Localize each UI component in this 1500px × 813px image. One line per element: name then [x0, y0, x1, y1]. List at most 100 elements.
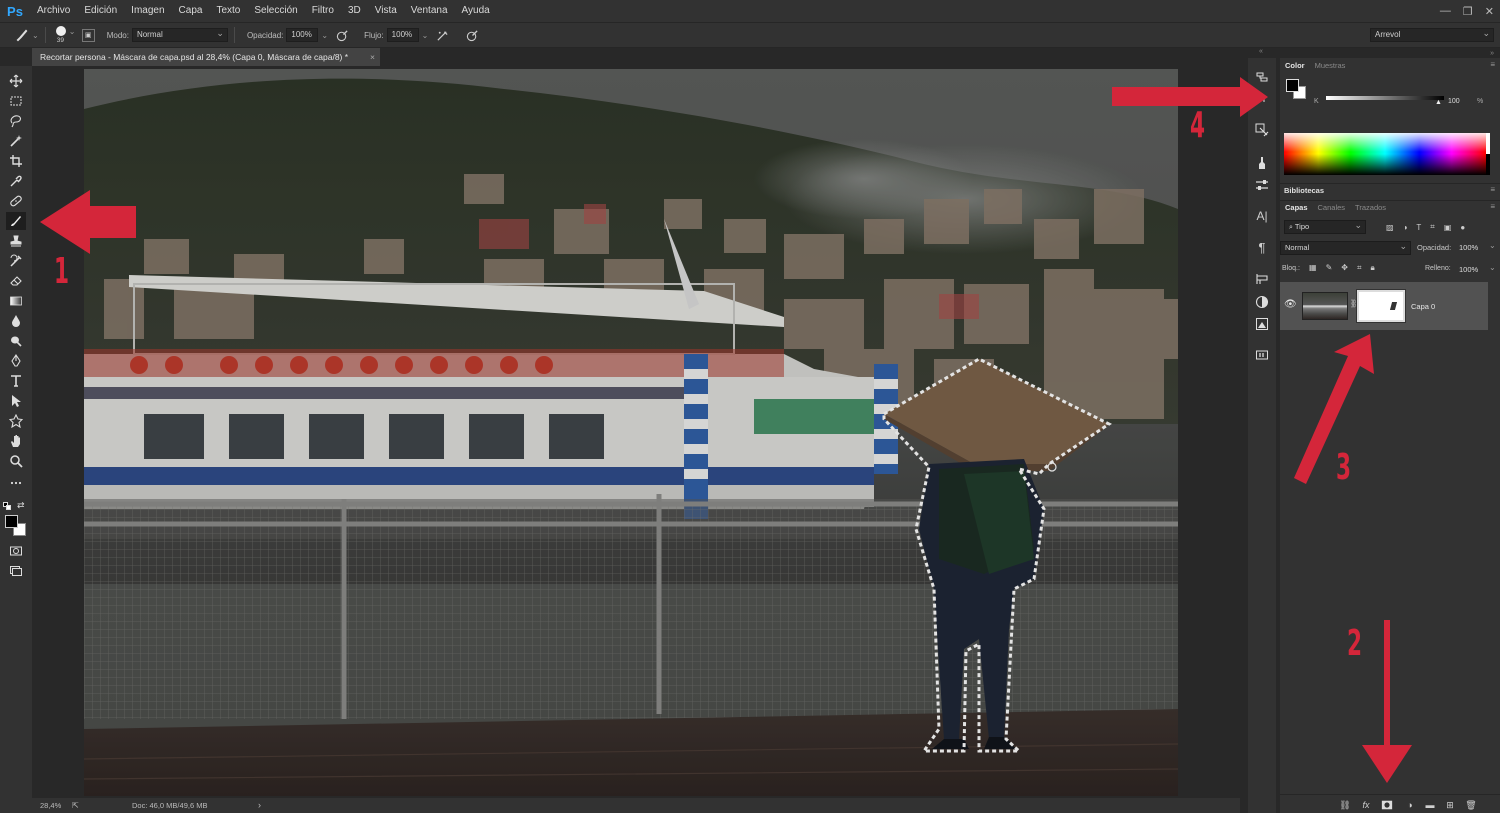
- layer-mask-thumbnail[interactable]: [1356, 289, 1406, 323]
- foreground-color-chip[interactable]: [1286, 79, 1299, 92]
- zoom-level[interactable]: 28,4%: [40, 798, 61, 813]
- menu-seleccion[interactable]: Selección: [247, 0, 304, 22]
- link-icon[interactable]: ⛓: [1338, 798, 1352, 812]
- magic-wand-tool-icon[interactable]: [6, 132, 26, 150]
- layers-panel-menu-icon[interactable]: ≡: [1490, 202, 1495, 211]
- gradient-tool-icon[interactable]: [6, 292, 26, 310]
- filter-adjustment-icon[interactable]: ◑: [1403, 223, 1408, 232]
- layer-filter-select[interactable]: ⌕ Tipo: [1284, 219, 1366, 234]
- brush-tool-icon[interactable]: [14, 27, 30, 43]
- styles-panel-icon[interactable]: [1253, 315, 1271, 333]
- spectrum-black-white[interactable]: [1486, 133, 1490, 175]
- hand-tool-icon[interactable]: [6, 432, 26, 450]
- libraries-title[interactable]: Bibliotecas: [1284, 186, 1324, 195]
- layer-row[interactable]: 👁︎ ⛓ Capa 0: [1280, 282, 1488, 330]
- tab-trazados[interactable]: Trazados: [1350, 203, 1391, 212]
- layer-thumbnail[interactable]: [1302, 292, 1348, 320]
- character-panel-icon[interactable]: A|: [1253, 207, 1271, 225]
- fg-bg-color-picker[interactable]: [1286, 79, 1308, 101]
- document-tab[interactable]: Recortar persona - Máscara de capa.psd a…: [32, 48, 380, 66]
- layer-opacity-value[interactable]: 100%: [1459, 243, 1478, 252]
- dodge-tool-icon[interactable]: [6, 332, 26, 350]
- flow-input[interactable]: 100%: [386, 28, 419, 42]
- libraries-menu-icon[interactable]: ≡: [1490, 185, 1495, 194]
- flow-chevron-icon[interactable]: ⌄: [422, 31, 429, 40]
- adjustments-panel-icon[interactable]: [1253, 293, 1271, 311]
- marquee-tool-icon[interactable]: [6, 92, 26, 110]
- menu-edicion[interactable]: Edición: [77, 0, 124, 22]
- brush-presets-panel-icon[interactable]: [1253, 154, 1271, 172]
- type-tool-icon[interactable]: [6, 372, 26, 390]
- tab-canales[interactable]: Canales: [1313, 203, 1351, 212]
- clone-stamp-tool-icon[interactable]: [6, 232, 26, 250]
- restore-button[interactable]: ❐: [1463, 5, 1473, 18]
- opacity-chevron-icon[interactable]: ⌄: [321, 31, 328, 40]
- shape-tool-icon[interactable]: [6, 412, 26, 430]
- fill-value[interactable]: 100%: [1459, 265, 1478, 274]
- new-layer-icon[interactable]: ⊞: [1443, 798, 1457, 812]
- screen-mode-icon[interactable]: [6, 562, 26, 580]
- fill-chevron-icon[interactable]: ⌄: [1489, 263, 1496, 272]
- history-brush-tool-icon[interactable]: [6, 252, 26, 270]
- lock-position-icon[interactable]: ✥: [1341, 263, 1348, 273]
- properties-panel-icon[interactable]: [1253, 270, 1271, 288]
- filter-toggle-icon[interactable]: ●: [1460, 223, 1465, 232]
- swap-colors-icon[interactable]: ⇄: [17, 500, 25, 511]
- pressure-size-icon[interactable]: [464, 27, 480, 43]
- brush-settings-panel-icon[interactable]: [1253, 176, 1271, 194]
- status-menu-arrow[interactable]: ›: [258, 798, 261, 813]
- collapse-dock-icon[interactable]: «: [1259, 48, 1263, 55]
- crop-tool-icon[interactable]: [6, 152, 26, 170]
- color-panel-menu-icon[interactable]: ≡: [1490, 60, 1495, 69]
- healing-brush-tool-icon[interactable]: [6, 192, 26, 210]
- folder-icon[interactable]: ▬: [1423, 798, 1437, 812]
- tab-capas[interactable]: Capas: [1280, 203, 1313, 212]
- fx-icon[interactable]: fx: [1359, 798, 1373, 812]
- layer-opacity-chevron-icon[interactable]: ⌄: [1489, 241, 1496, 250]
- slider-thumb-icon[interactable]: ▲: [1435, 99, 1442, 106]
- tab-muestras[interactable]: Muestras: [1310, 61, 1351, 70]
- history-panel-icon[interactable]: [1253, 68, 1271, 86]
- eyedropper-tool-icon[interactable]: [6, 172, 26, 190]
- path-selection-tool-icon[interactable]: [6, 392, 26, 410]
- menu-texto[interactable]: Texto: [209, 0, 247, 22]
- visibility-eye-icon[interactable]: 👁︎: [1284, 299, 1297, 310]
- menu-filtro[interactable]: Filtro: [305, 0, 341, 22]
- menu-3d[interactable]: 3D: [341, 0, 368, 22]
- lock-all-icon[interactable]: 🔒︎: [1370, 263, 1374, 273]
- pressure-opacity-icon[interactable]: [334, 27, 350, 43]
- move-tool-icon[interactable]: [6, 72, 26, 90]
- adjustment-icon[interactable]: ◑: [1403, 798, 1417, 812]
- menu-capa[interactable]: Capa: [172, 0, 210, 22]
- paragraph-panel-icon[interactable]: ¶: [1253, 238, 1271, 256]
- blur-tool-icon[interactable]: [6, 312, 26, 330]
- menu-imagen[interactable]: Imagen: [124, 0, 171, 22]
- brush-tool-icon[interactable]: [6, 212, 26, 230]
- tool-preset-chevron-icon[interactable]: ⌄: [32, 31, 39, 40]
- brush-panel-toggle-icon[interactable]: ▣: [81, 28, 95, 42]
- menu-archivo[interactable]: Archivo: [30, 0, 77, 22]
- more-tools-icon[interactable]: [6, 474, 26, 492]
- close-tab-icon[interactable]: ×: [370, 48, 375, 66]
- filter-type-icon[interactable]: T: [1416, 223, 1421, 232]
- menu-vista[interactable]: Vista: [368, 0, 404, 22]
- pen-tool-icon[interactable]: [6, 352, 26, 370]
- mode-select[interactable]: Normal: [131, 27, 228, 42]
- zoom-tool-icon[interactable]: [6, 452, 26, 470]
- foreground-color-swatch[interactable]: [5, 515, 18, 528]
- blend-mode-select[interactable]: Normal: [1280, 240, 1411, 255]
- lasso-tool-icon[interactable]: [6, 112, 26, 130]
- export-icon[interactable]: ⇱: [72, 798, 79, 813]
- close-button[interactable]: ✕: [1485, 5, 1494, 18]
- lock-pixels-icon[interactable]: ✎: [1326, 263, 1333, 273]
- trash-icon[interactable]: 🗑︎: [1464, 798, 1478, 812]
- info-panel-icon[interactable]: [1253, 346, 1271, 364]
- brush-preset-picker[interactable]: 39 ⌄: [52, 24, 76, 46]
- minimize-button[interactable]: —: [1440, 5, 1451, 17]
- document-image[interactable]: [84, 69, 1178, 796]
- opacity-input[interactable]: 100%: [286, 28, 319, 42]
- collapse-panels-icon[interactable]: »: [1490, 50, 1494, 57]
- eraser-tool-icon[interactable]: [6, 272, 26, 290]
- tab-color[interactable]: Color: [1280, 61, 1310, 70]
- workspace-select[interactable]: Arrevol: [1370, 27, 1494, 42]
